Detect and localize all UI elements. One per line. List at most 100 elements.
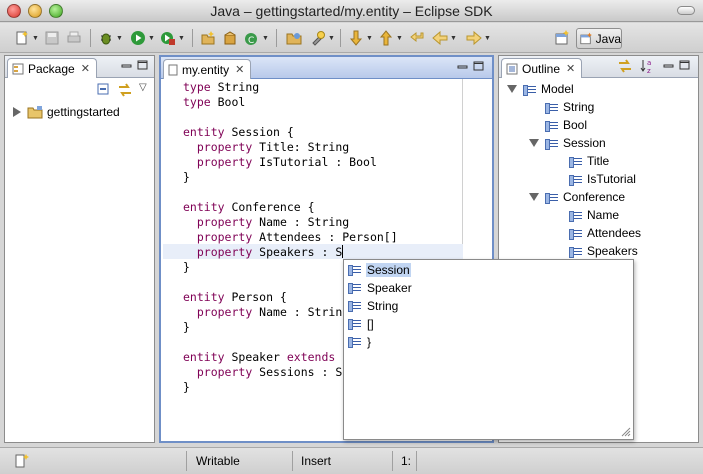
debug-button[interactable]: ▼ [98, 29, 123, 47]
outline-tab-label: Outline [522, 61, 561, 76]
proposal-label: Session [366, 262, 411, 277]
model-element-icon [569, 210, 583, 222]
code-token: Conference { [224, 200, 315, 214]
close-icon[interactable]: ✕ [566, 62, 575, 75]
outline-tree-item[interactable]: Bool [545, 118, 587, 132]
outline-tree-item[interactable]: Title [569, 154, 609, 168]
last-edit-icon [410, 31, 424, 43]
code-line: entity Conference { [183, 200, 315, 215]
link-with-editor-icon[interactable] [117, 83, 133, 97]
outline-tree-item[interactable]: Session [529, 136, 606, 150]
package-tree-item[interactable]: gettingstarted [13, 105, 120, 119]
close-icon[interactable]: ✕ [81, 62, 90, 75]
code-token: Person { [224, 290, 287, 304]
code-line: property Name : String [183, 215, 349, 230]
open-type-button[interactable] [286, 29, 302, 47]
tab-my-entity[interactable]: my.entity ✕ [163, 59, 252, 79]
code-token: Speakers : S [252, 245, 343, 259]
outline-tree-item[interactable]: IsTutorial [569, 172, 636, 186]
expand-arrow-icon[interactable] [13, 107, 21, 117]
code-line: type Bool [183, 95, 245, 110]
code-token: Bool [210, 95, 246, 109]
tab-outline[interactable]: Outline ✕ [501, 58, 583, 78]
model-element-icon [569, 174, 583, 186]
minimize-icon[interactable] [663, 60, 674, 70]
content-assist-proposal[interactable]: [] [348, 315, 375, 332]
arrow-down-icon [349, 30, 363, 46]
code-line: type String [183, 80, 259, 95]
outline-tree-item[interactable]: Model [507, 82, 574, 96]
keyword-token: entity [183, 290, 225, 304]
collapse-all-icon[interactable] [97, 83, 111, 97]
model-element-icon [569, 246, 583, 258]
outline-tree-item[interactable]: Conference [529, 190, 625, 204]
flashlight-icon [312, 31, 325, 46]
back-button[interactable]: ▼ [432, 29, 457, 47]
outline-tree-item[interactable]: Speakers [569, 244, 638, 258]
title-bar: Java – gettingstarted/my.entity – Eclips… [0, 0, 703, 22]
new-package-button[interactable] [222, 29, 238, 47]
java-perspective-button[interactable]: Java [576, 28, 622, 49]
proposal-icon [348, 318, 362, 330]
sort-alphabetically-icon[interactable]: az [639, 58, 655, 74]
proposal-icon [348, 336, 362, 348]
collapse-arrow-icon[interactable] [529, 139, 539, 147]
forward-button[interactable]: ▼ [466, 29, 491, 47]
new-java-project-button[interactable] [200, 29, 216, 47]
last-edit-button[interactable] [410, 29, 426, 47]
new-file-icon [16, 31, 28, 45]
proposal-label: Speaker [367, 280, 412, 295]
code-line: } [183, 320, 190, 335]
open-perspective-button[interactable] [554, 29, 570, 47]
minimize-icon[interactable] [121, 60, 132, 70]
main-toolbar: ▼ ▼ ▼ ▼ C ▼ ▼ ▼ ▼ ▼ ▼ Java [0, 23, 703, 53]
code-line: property Speakers : S [183, 245, 344, 260]
collapse-arrow-icon[interactable] [529, 193, 539, 201]
code-line: property Name : Strin [183, 305, 342, 320]
code-line: } [183, 380, 190, 395]
search-button[interactable]: ▼ [310, 29, 335, 47]
new-class-button[interactable]: C ▼ [244, 29, 269, 47]
keyword-token: property [196, 230, 253, 244]
model-element-icon [569, 228, 583, 240]
close-icon[interactable]: ✕ [235, 63, 244, 76]
collapse-arrow-icon[interactable] [507, 85, 517, 93]
maximize-icon[interactable] [473, 61, 484, 71]
run-button[interactable]: ▼ [130, 29, 155, 47]
tab-package-explorer[interactable]: Package ✕ [7, 58, 97, 78]
window-title: Java – gettingstarted/my.entity – Eclips… [210, 3, 493, 19]
text-caret [342, 245, 344, 258]
new-wizard-button[interactable]: ▼ [14, 29, 39, 47]
outline-tree-item[interactable]: String [545, 100, 594, 114]
maximize-icon[interactable] [137, 60, 148, 70]
save-button[interactable] [44, 29, 60, 47]
minimize-icon[interactable] [457, 61, 468, 71]
project-folder-icon [27, 106, 43, 119]
outline-tree-item[interactable]: Attendees [569, 226, 641, 240]
keyword-token: entity [183, 125, 225, 139]
content-assist-proposal[interactable]: String [348, 297, 399, 314]
maximize-icon[interactable] [679, 60, 690, 70]
print-button[interactable] [66, 29, 82, 47]
resize-grip-icon[interactable] [621, 427, 631, 437]
keyword-token: type [183, 95, 211, 109]
link-with-editor-icon[interactable] [617, 59, 633, 73]
keyword-token: property [196, 140, 253, 154]
keyword-token: property [196, 155, 253, 169]
model-element-icon [545, 138, 559, 150]
previous-annotation-button[interactable]: ▼ [378, 29, 403, 47]
code-token: Attendees : Person[] [252, 230, 398, 244]
view-menu-chevron-down-icon[interactable]: ▽ [139, 82, 147, 93]
fast-view-icon[interactable] [14, 453, 30, 469]
content-assist-proposal[interactable]: Session [348, 261, 411, 278]
code-token: Speaker [224, 350, 287, 364]
code-token: Sessions : S [252, 365, 343, 379]
content-assist-proposal[interactable]: } [348, 333, 372, 350]
next-annotation-button[interactable]: ▼ [348, 29, 373, 47]
code-token: } [183, 380, 190, 394]
outline-tree-item[interactable]: Name [569, 208, 619, 222]
content-assist-proposal[interactable]: Speaker [348, 279, 413, 296]
toolbar-toggle-button[interactable] [677, 6, 695, 15]
external-tools-button[interactable]: ▼ [160, 29, 185, 47]
outline-item-label: IsTutorial [587, 172, 636, 186]
